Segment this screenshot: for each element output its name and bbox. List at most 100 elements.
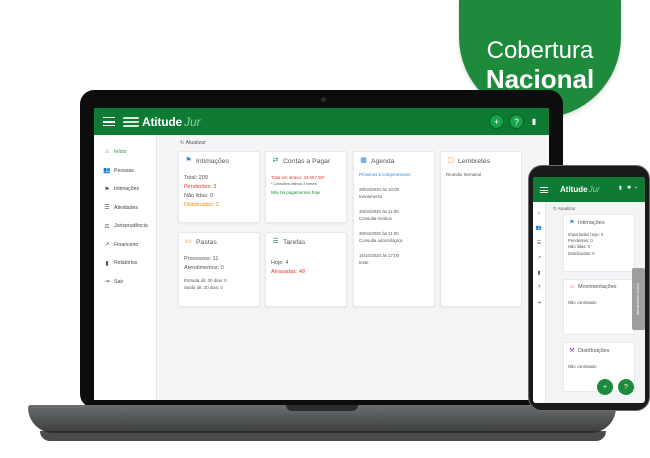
card-pastas[interactable]: ▭ Pastas Processos: 11 Atendimentos: 0 En…	[178, 232, 260, 307]
agenda-item-what: Consulta médica	[359, 216, 392, 221]
card-lembretes[interactable]: ▢ Lembretes Reunião Semanal	[440, 151, 522, 307]
sidebar: ⌂ Início 👥 Pessoas ⚑ Intimações ☰ Ativid…	[94, 135, 157, 400]
menu-icon[interactable]	[103, 117, 115, 126]
refresh-label: Atualizar	[557, 206, 576, 211]
sidebar-item-label: Início	[114, 149, 127, 156]
phone-add-button[interactable]: +	[597, 379, 613, 395]
intimacoes-pendentes[interactable]: Pendentes: 3	[184, 183, 254, 192]
sidebar-item-financeiro[interactable]: ↗ Financeiro	[94, 236, 156, 255]
sidebar-item-label: Jurisprudência	[114, 223, 148, 230]
app-logo[interactable]: Atitude Jur	[122, 114, 201, 129]
bell-icon[interactable]: ▮	[529, 117, 539, 127]
menu-icon[interactable]	[540, 186, 548, 193]
phone-intimacoes-line: Distribuidas: 0	[568, 250, 595, 256]
people-icon: 👥	[103, 168, 111, 175]
agenda-item-when: 29/04/2020 às 10:00	[359, 187, 400, 192]
sidebar-item-relatorios[interactable]: ▮ Relatórios	[94, 254, 156, 273]
online-support-tab[interactable]: Atendimento Online	[632, 268, 645, 330]
scale-icon: ⚖	[104, 223, 110, 230]
flag-icon: ⚑	[569, 220, 575, 226]
sidebar-item-label: Relatórios	[114, 260, 138, 267]
top-bar-actions: + ? ▮	[489, 114, 539, 129]
add-button[interactable]: +	[489, 114, 504, 129]
exit-icon[interactable]: ⇥	[533, 296, 545, 311]
refresh-label: Atualizar	[185, 140, 206, 146]
intimacoes-distribuidas[interactable]: Distribuidas: 3	[184, 201, 254, 210]
trend-icon: ↗	[104, 242, 110, 249]
card-title: Movimentações	[578, 284, 617, 290]
card-title: Intimações	[196, 157, 229, 165]
phone-refresh-link[interactable]: ↻ Atualizar	[553, 206, 575, 212]
card-contas-a-pagar[interactable]: ⇄ Contas a Pagar Total em atraso: 23.657,…	[265, 151, 347, 223]
card-title: Contas a Pagar	[283, 157, 331, 165]
sidebar-item-jurisprudencia[interactable]: ⚖ Jurisprudência	[94, 217, 156, 236]
phone-brand-name: Atitude	[560, 185, 588, 194]
laptop-screen: Atitude Jur + ? ▮ ⌂ Início 👥 Pessoas ⚑ I…	[94, 108, 549, 400]
agenda-item-when: 30/04/2020 às 11:00	[359, 209, 399, 214]
card-agenda[interactable]: ▦ Agenda Próximos 5 compromissos 29/04/20…	[353, 151, 435, 307]
gavel-icon: ⚒	[569, 348, 575, 354]
agenda-item-what: Consulta odontológica	[359, 238, 403, 243]
user-icon[interactable]: ▪	[635, 185, 637, 191]
sidebar-item-sair[interactable]: ⇥ Sair	[94, 273, 156, 292]
sidebar-item-label: Pessoas	[114, 167, 134, 174]
sidebar-item-atividades[interactable]: ☰ Atividades	[94, 199, 156, 218]
dashboard: ↻ Atualizar ⚑ Intimações Total: 209 Pende…	[157, 135, 549, 400]
stage: Cobertura Nacional Atitude Jur + ? ▮ ⌂ I…	[0, 0, 650, 458]
agenda-item-what: treinamento	[359, 194, 383, 199]
sidebar-item-label: Sair	[114, 278, 124, 285]
help-button[interactable]: ?	[509, 114, 524, 129]
contas-atraso: Total em atraso: 23.657,50*	[271, 175, 325, 180]
note-icon: ▢	[447, 157, 454, 164]
badge-line-1: Cobertura	[486, 37, 594, 64]
refresh-link[interactable]: ↻ Atualizar	[180, 140, 206, 146]
pastas-atendimentos: Atendimentos: 0	[184, 265, 224, 271]
brand-suffix: Jur	[183, 114, 201, 129]
calendar-icon: ▦	[360, 157, 367, 164]
phone-top-bar: Atitude Jur ▮ ✱ ▪	[533, 177, 645, 202]
list-icon: ☰	[104, 205, 110, 212]
exit-icon: ⇥	[104, 279, 110, 286]
flag-icon: ⚑	[185, 157, 192, 164]
intimacoes-nao-lidas: Não lidas: 0	[184, 193, 214, 199]
people-icon[interactable]: 👥	[533, 221, 545, 236]
sidebar-item-intimacoes[interactable]: ⚑ Intimações	[94, 180, 156, 199]
card-title: Lembretes	[458, 157, 491, 165]
brand-name: Atitude	[142, 114, 182, 129]
help-icon[interactable]: ?	[533, 281, 545, 296]
sidebar-item-label: Atividades	[114, 204, 138, 211]
laptop-base-shadow	[40, 431, 606, 441]
phone-card-movimentacoes[interactable]: ⌂ Movimentações Não contratado	[563, 279, 635, 335]
sidebar-item-inicio[interactable]: ⌂ Início	[94, 143, 156, 162]
sidebar-item-label: Financeiro	[114, 241, 139, 248]
gear-icon[interactable]: ✱	[627, 185, 631, 191]
card-title: Tarefas	[283, 238, 306, 246]
home-icon[interactable]: ⌂	[533, 206, 545, 221]
agenda-proximos[interactable]: Próximos 5 compromissos	[359, 171, 429, 178]
card-tarefas[interactable]: ☰ Tarefas Hoje: 4 Atrasadas: 40	[265, 232, 347, 307]
trend-icon[interactable]: ↗	[533, 251, 545, 266]
lembrete-item[interactable]: Reunião Semanal	[446, 171, 516, 178]
phone-card-intimacoes[interactable]: ⚑ Intimações Importadas Hoje: 0 Pendentes…	[563, 214, 635, 272]
camera-dot	[321, 97, 326, 102]
transfer-icon: ⇄	[272, 157, 279, 164]
card-intimacoes[interactable]: ⚑ Intimações Total: 209 Pendentes: 3 Não …	[178, 151, 260, 223]
tarefas-atrasadas[interactable]: Atrasadas: 40	[271, 268, 341, 277]
intimacoes-total: Total: 209	[184, 175, 208, 181]
list-icon[interactable]: ☰	[533, 236, 545, 251]
bar-chart-icon[interactable]: ▮	[533, 266, 545, 281]
home-icon: ⌂	[105, 149, 109, 156]
sidebar-item-label: Intimações	[114, 186, 140, 193]
pastas-entrada: Entrada últ. 30 dias: 0	[184, 278, 227, 283]
agenda-item-what: teste	[359, 260, 369, 265]
laptop-base	[28, 405, 616, 433]
top-bar: Atitude Jur + ? ▮	[94, 108, 549, 135]
sidebar-item-pessoas[interactable]: 👥 Pessoas	[94, 162, 156, 181]
card-title: Intimações	[578, 219, 605, 226]
bell-icon[interactable]: ▮	[619, 185, 622, 191]
phone-help-button[interactable]: ?	[618, 379, 634, 395]
card-title: Pastas	[196, 238, 217, 246]
phone-screen: Atitude Jur ▮ ✱ ▪ ⌂ 👥 ☰ ↗ ▮ ? ⇥ ↻ Atuali…	[533, 177, 645, 403]
phone-sidebar: ⌂ 👥 ☰ ↗ ▮ ? ⇥	[533, 202, 546, 403]
pastas-saida: Saída últ. 30 dias: 0	[184, 285, 223, 290]
